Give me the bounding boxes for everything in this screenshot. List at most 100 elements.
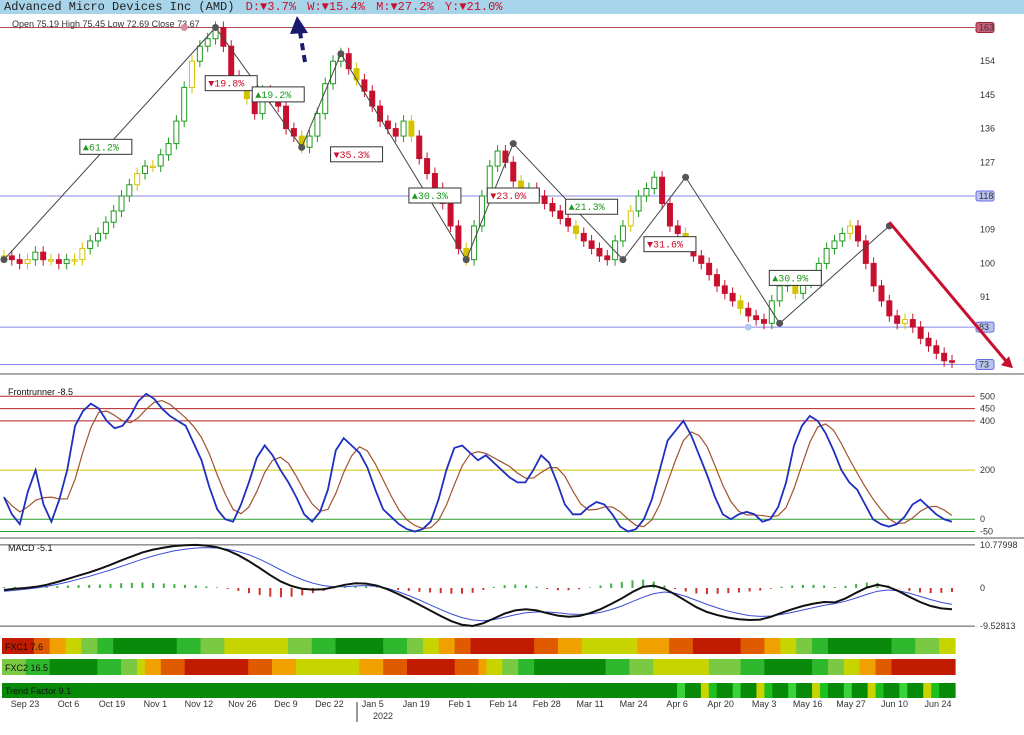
- candle-body: [604, 255, 611, 261]
- heatmap-cell: [708, 638, 718, 654]
- fxc1-label: FXC1 7.6: [5, 642, 43, 652]
- heatmap-cell: [740, 659, 750, 675]
- heatmap-cell: [272, 659, 281, 675]
- candle-body: [847, 225, 854, 234]
- heatmap-cell: [581, 659, 591, 675]
- price-y-tick: 136: [980, 124, 995, 134]
- trend-factor-cell: [335, 683, 345, 698]
- heatmap-cell: [446, 638, 456, 654]
- x-tick-label: Jan 19: [403, 699, 430, 709]
- heatmap-cell: [629, 638, 638, 654]
- heatmap-cell: [422, 638, 432, 654]
- heatmap-cell: [923, 659, 932, 675]
- candle-body: [839, 232, 846, 242]
- trend-factor-cell: [899, 683, 908, 698]
- candle-body: [635, 195, 642, 212]
- macd-signal-line: [3, 547, 953, 622]
- trend-factor-cell: [835, 683, 845, 698]
- swing-point: [298, 143, 306, 151]
- macd-y-tick: -9.52813: [980, 621, 1016, 631]
- heatmap-cell: [788, 638, 797, 654]
- heatmap-cell: [343, 659, 353, 675]
- frontrunner-line: [3, 392, 953, 533]
- heatmap-cell: [819, 638, 829, 654]
- trend-factor-cell: [256, 683, 265, 698]
- candle-body: [894, 315, 901, 324]
- trend-factor-cell: [557, 683, 567, 698]
- heatmap-cell: [176, 638, 186, 654]
- heatmap-cell: [279, 638, 289, 654]
- heatmap-cell: [669, 659, 678, 675]
- frontrunner-y-tick: 400: [980, 416, 995, 426]
- heatmap-cell: [319, 659, 329, 675]
- trend-factor-cell: [859, 683, 869, 698]
- candle-body: [753, 315, 760, 321]
- trend-factor-cell: [168, 683, 178, 698]
- heatmap-cell: [526, 638, 535, 654]
- candle-body: [831, 240, 838, 249]
- trend-factor-cell: [565, 683, 575, 698]
- x-axis: Sep 23 Oct 6 Oct 19 Nov 1 Nov 12 Nov 26 Dec 9 D…: [11, 699, 952, 722]
- trend-factor-cell: [470, 683, 480, 698]
- heatmap-cell: [947, 638, 956, 654]
- trend-factor-cell: [113, 683, 122, 698]
- x-tick-label: Apr 6: [666, 699, 688, 709]
- heatmap-cell: [454, 659, 464, 675]
- candle-body: [204, 38, 211, 47]
- heatmap-cell: [557, 659, 567, 675]
- heatmap-cell: [819, 659, 829, 675]
- trend-factor-cell: [208, 683, 218, 698]
- heatmap-cell: [81, 659, 90, 675]
- heatmap-cell: [542, 638, 551, 654]
- heatmap-cell: [176, 659, 186, 675]
- heatmap-cell: [391, 638, 400, 654]
- heatmap-cell: [144, 659, 154, 675]
- candle-body: [48, 259, 55, 262]
- candle-body: [917, 326, 924, 339]
- heatmap-cell: [295, 659, 305, 675]
- candle-body: [173, 120, 180, 145]
- heatmap-cell: [89, 659, 98, 675]
- x-tick-label: Oct 6: [58, 699, 80, 709]
- heatmap-cell: [645, 659, 654, 675]
- heatmap-cell: [677, 659, 686, 675]
- heatmap-cell: [883, 659, 893, 675]
- trend-factor-cell: [669, 683, 678, 698]
- trend-factor-cell: [97, 683, 106, 698]
- heatmap-cell: [200, 659, 210, 675]
- trend-factor-cell: [732, 683, 742, 698]
- candle-body: [909, 319, 916, 328]
- heatmap-cell: [812, 638, 821, 654]
- heatmap-cell: [391, 659, 400, 675]
- heatmap-cell: [645, 638, 654, 654]
- trend-factor-cell: [740, 683, 750, 698]
- heatmap-cell: [700, 638, 710, 654]
- heatmap-cell: [677, 638, 686, 654]
- trend-factor-cell: [812, 683, 821, 698]
- candle-body: [149, 165, 156, 169]
- trend-factor-cell: [939, 683, 948, 698]
- heatmap-cell: [637, 638, 646, 654]
- heatmap-cell: [224, 659, 233, 675]
- heatmap-cell: [422, 659, 432, 675]
- candle-body: [713, 274, 720, 287]
- heatmap-cell: [319, 638, 329, 654]
- heatmap-cell: [859, 638, 869, 654]
- candle-body: [63, 259, 70, 264]
- trend-factor-cell: [780, 683, 789, 698]
- heatmap-cell: [653, 659, 662, 675]
- trend-factor-cell: [137, 683, 146, 698]
- heatmap-cell: [137, 659, 146, 675]
- heatmap-cell: [327, 659, 337, 675]
- heatmap-cell: [947, 659, 956, 675]
- candle-body: [721, 285, 728, 294]
- macd-y-tick: 0: [980, 583, 985, 593]
- heatmap-cell: [518, 659, 527, 675]
- trend-factor-cell: [287, 683, 297, 698]
- heatmap-cell: [812, 659, 821, 675]
- trend-factor-cell: [176, 683, 186, 698]
- heatmap-cell: [780, 638, 789, 654]
- heatmap-cell: [144, 638, 154, 654]
- heatmap-cell: [613, 638, 623, 654]
- x-tick-label: May 3: [752, 699, 777, 709]
